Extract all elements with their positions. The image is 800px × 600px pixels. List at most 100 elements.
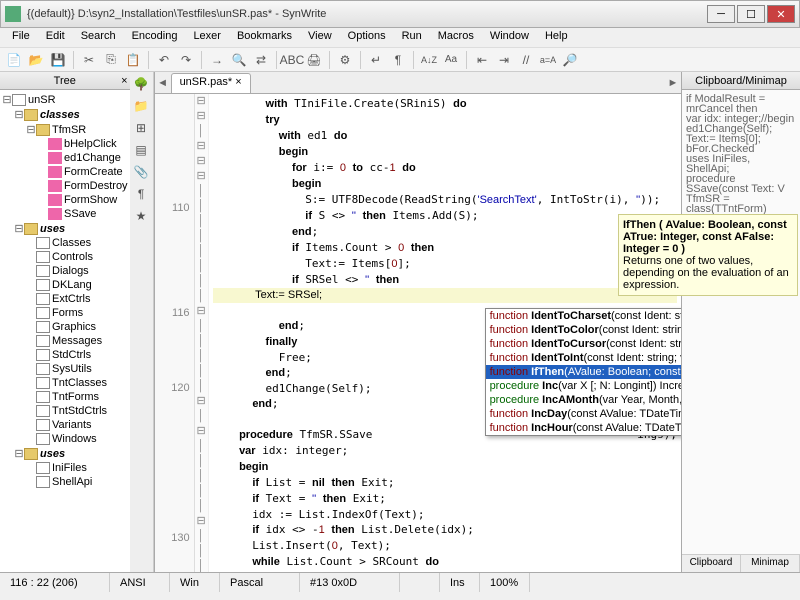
cut-icon[interactable]: ✂ xyxy=(79,50,99,70)
indent-left-icon[interactable]: ⇤ xyxy=(472,50,492,70)
status-zoom[interactable]: 100% xyxy=(480,573,530,592)
tab-close-icon[interactable]: × xyxy=(235,76,241,88)
autocomplete-item[interactable]: function IdentToCharset(const Ident: str… xyxy=(486,309,681,323)
tree-node[interactable]: ⊟classes xyxy=(2,107,128,122)
menu-file[interactable]: File xyxy=(4,28,38,47)
copy-icon[interactable]: ⎘ xyxy=(101,50,121,70)
replace-icon[interactable]: ⇄ xyxy=(251,50,271,70)
autocomplete-item[interactable]: function IdentToInt(const Ident: string;… xyxy=(486,351,681,365)
tree-node[interactable]: Messages xyxy=(2,334,128,348)
autocomplete-item[interactable]: function IncHour(const AValue: TDateTime… xyxy=(486,421,681,435)
font-case-icon[interactable]: a=A xyxy=(538,50,558,70)
tabs-icon[interactable]: ⊞ xyxy=(131,118,151,138)
comment-icon[interactable]: // xyxy=(516,50,536,70)
status-encoding[interactable]: ANSI xyxy=(110,573,170,592)
output-icon[interactable]: ▤ xyxy=(131,140,151,160)
menu-help[interactable]: Help xyxy=(537,28,576,47)
tree-node[interactable]: ed1Change xyxy=(2,151,128,165)
menu-lexer[interactable]: Lexer xyxy=(185,28,229,47)
status-lexer[interactable]: Pascal xyxy=(220,573,300,592)
tree-node[interactable]: Windows xyxy=(2,432,128,446)
redo-icon[interactable]: ↷ xyxy=(176,50,196,70)
menu-macros[interactable]: Macros xyxy=(430,28,482,47)
clipboard-item[interactable]: if ModalResult = mrCancel then xyxy=(686,94,796,114)
menu-view[interactable]: View xyxy=(300,28,340,47)
whitespace-icon[interactable]: ¶ xyxy=(388,50,408,70)
autocomplete-item[interactable]: function IdentToCursor(const Ident: stri… xyxy=(486,337,681,351)
tree-node[interactable]: IniFiles xyxy=(2,461,128,475)
menu-run[interactable]: Run xyxy=(394,28,430,47)
paste-icon[interactable]: 📋 xyxy=(123,50,143,70)
clipboard-list[interactable]: if ModalResult = mrCancel thenvar idx: i… xyxy=(682,90,800,554)
options-icon[interactable]: ⚙ xyxy=(335,50,355,70)
tree-node[interactable]: ⊟uses xyxy=(2,221,128,236)
tree-node[interactable]: FormShow xyxy=(2,193,128,207)
spellcheck-icon[interactable]: ABC xyxy=(282,50,302,70)
tree-icon[interactable]: 🌳 xyxy=(131,74,151,94)
clipboard-item[interactable]: TfmSR = class(TTntForm) xyxy=(686,194,796,214)
clipboard-tab[interactable]: Clipboard xyxy=(682,555,741,572)
menu-edit[interactable]: Edit xyxy=(38,28,73,47)
menu-encoding[interactable]: Encoding xyxy=(124,28,186,47)
status-lineends[interactable]: Win xyxy=(170,573,220,592)
tree-node[interactable]: SysUtils xyxy=(2,362,128,376)
clipboard-item[interactable]: procedure SSave(const Text: V xyxy=(686,174,796,194)
sort-az-icon[interactable]: A↓Z xyxy=(419,50,439,70)
tree-close-icon[interactable]: × xyxy=(121,75,127,87)
new-icon[interactable]: 📄 xyxy=(4,50,24,70)
wordwrap-icon[interactable]: ↵ xyxy=(366,50,386,70)
project-icon[interactable]: 📁 xyxy=(131,96,151,116)
tree-node[interactable]: TntClasses xyxy=(2,376,128,390)
menu-bookmarks[interactable]: Bookmarks xyxy=(229,28,300,47)
maximize-button[interactable]: ☐ xyxy=(737,5,765,23)
favs-icon[interactable]: ★ xyxy=(131,206,151,226)
tree-node[interactable]: TntForms xyxy=(2,390,128,404)
tree-node[interactable]: Graphics xyxy=(2,320,128,334)
menu-search[interactable]: Search xyxy=(73,28,124,47)
tree-node[interactable]: Classes xyxy=(2,236,128,250)
tab-nav-left[interactable]: ◄ xyxy=(155,72,171,94)
goto-icon[interactable]: → xyxy=(207,50,227,70)
indent-right-icon[interactable]: ⇥ xyxy=(494,50,514,70)
tree-node[interactable]: Controls xyxy=(2,250,128,264)
menu-window[interactable]: Window xyxy=(482,28,537,47)
close-button[interactable]: ✕ xyxy=(767,5,795,23)
tree-node[interactable]: DKLang xyxy=(2,278,128,292)
search-panel-icon[interactable]: 🔎 xyxy=(560,50,580,70)
tree-node[interactable]: FormDestroy xyxy=(2,179,128,193)
tree-node[interactable]: Forms xyxy=(2,306,128,320)
line-gutter[interactable]: 110 116 120 130 xyxy=(155,94,195,572)
autocomplete-item[interactable]: function IncDay(const AValue: TDateTime;… xyxy=(486,407,681,421)
minimap-tab[interactable]: Minimap xyxy=(741,555,800,572)
tree-node[interactable]: Dialogs xyxy=(2,264,128,278)
autocomplete-item[interactable]: procedure IncAMonth(var Year, Month, Day… xyxy=(486,393,681,407)
file-tab[interactable]: unSR.pas* × xyxy=(171,73,251,93)
autocomplete-item[interactable]: function IfThen(AValue: Boolean; const A… xyxy=(486,365,681,379)
autocomplete-item[interactable]: function IdentToColor(const Ident: strin… xyxy=(486,323,681,337)
tree-node[interactable]: SSave xyxy=(2,207,128,221)
tree-node[interactable]: FormCreate xyxy=(2,165,128,179)
menu-options[interactable]: Options xyxy=(340,28,394,47)
find-icon[interactable]: 🔍 xyxy=(229,50,249,70)
tree-node[interactable]: ⊟uses xyxy=(2,446,128,461)
tree-node[interactable]: ExtCtrls xyxy=(2,292,128,306)
tree-node[interactable]: bHelpClick xyxy=(2,137,128,151)
tree-node[interactable]: Variants xyxy=(2,418,128,432)
tree-node[interactable]: ⊟TfmSR xyxy=(2,122,128,137)
case-icon[interactable]: Aa xyxy=(441,50,461,70)
undo-icon[interactable]: ↶ xyxy=(154,50,174,70)
clipboard-item[interactable]: uses IniFiles, ShellApi; xyxy=(686,154,796,174)
code-tree[interactable]: ⊟unSR⊟classes⊟TfmSRbHelpClicked1ChangeFo… xyxy=(0,90,130,572)
status-position[interactable]: 116 : 22 (206) xyxy=(0,573,110,592)
tab-nav-right[interactable]: ► xyxy=(665,72,681,94)
minimize-button[interactable]: ─ xyxy=(707,5,735,23)
autocomplete-item[interactable]: procedure Inc(var X [; N: Longint]) Incr… xyxy=(486,379,681,393)
save-icon[interactable]: 💾 xyxy=(48,50,68,70)
clips-icon[interactable]: 📎 xyxy=(131,162,151,182)
autocomplete-popup[interactable]: function IdentToCharset(const Ident: str… xyxy=(485,308,681,436)
tree-node[interactable]: TntStdCtrls xyxy=(2,404,128,418)
code-editor[interactable]: 110 116 120 130 ⊟⊟│⊟⊟⊟││││││││⊟│││││⊟│⊟│… xyxy=(155,94,681,572)
print-icon[interactable]: 🖨 xyxy=(304,50,324,70)
status-insmode[interactable]: Ins xyxy=(440,573,480,592)
para-icon[interactable]: ¶ xyxy=(131,184,151,204)
